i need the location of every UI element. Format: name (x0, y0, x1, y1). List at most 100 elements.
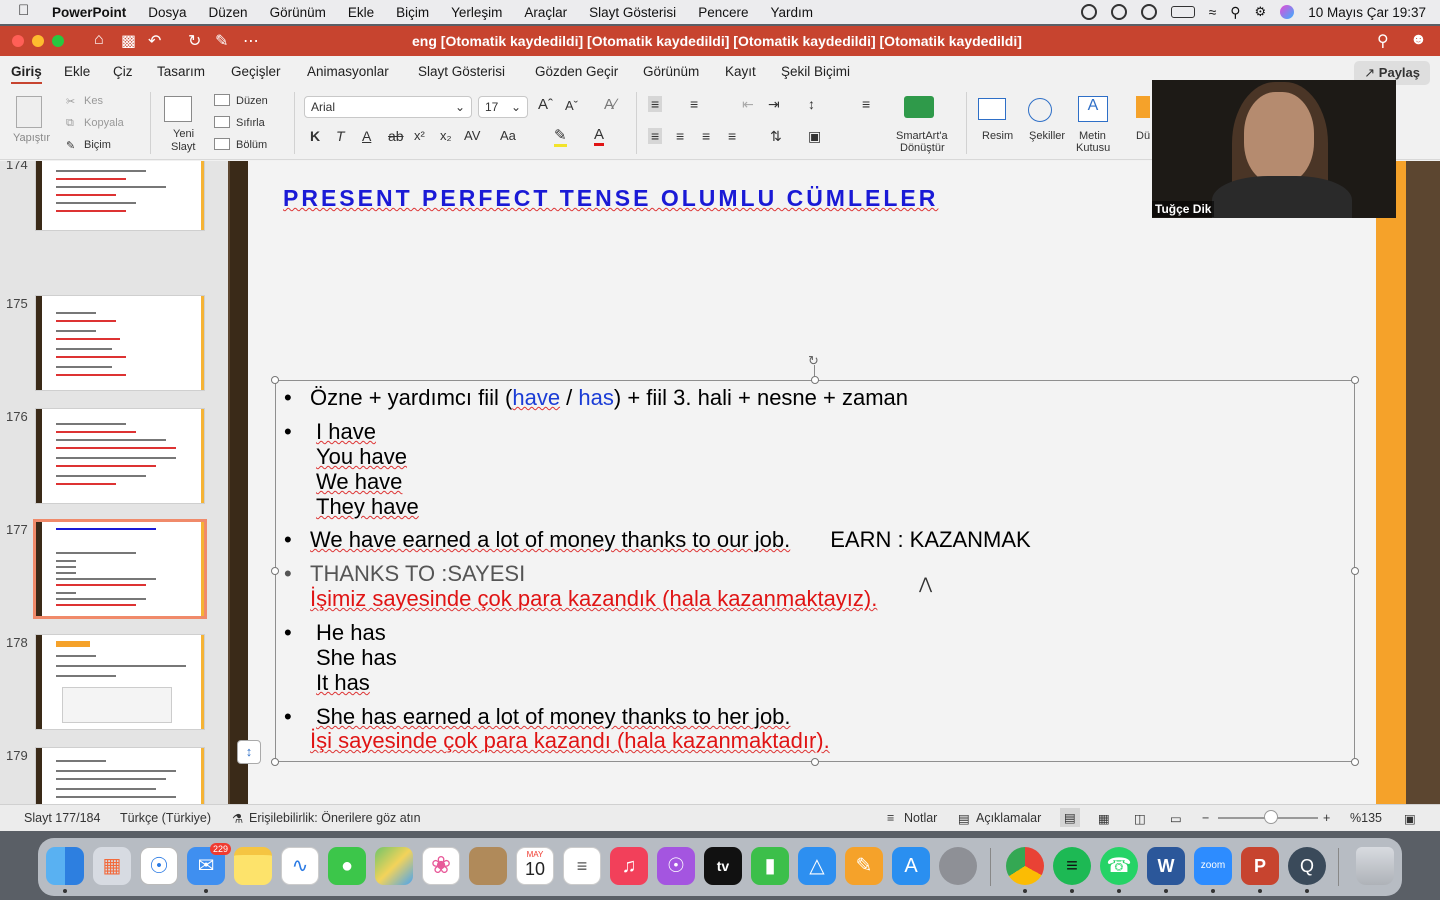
zoom-level[interactable]: %135 (1350, 811, 1382, 825)
menu-araclar[interactable]: Araçlar (524, 5, 567, 20)
bullet-thanks-to[interactable]: • THANKS TO :SAYESI (284, 561, 525, 586)
notes-button[interactable]: Notlar (904, 811, 937, 825)
tab-tasarim[interactable]: Tasarım (157, 64, 205, 79)
search-icon[interactable]: ⚲ (1377, 31, 1389, 51)
section-button[interactable]: Bölüm (236, 139, 267, 151)
align-text-icon[interactable]: ▣ (808, 128, 821, 145)
tab-giris[interactable]: Giriş (11, 64, 42, 84)
change-case-icon[interactable]: Aa (500, 128, 516, 143)
redo-icon[interactable]: ↻ (188, 31, 201, 51)
slide-sorter-icon[interactable]: ▦ (1098, 811, 1110, 826)
line-spacing-icon[interactable]: ↕ (808, 96, 815, 112)
menu-ekle[interactable]: Ekle (348, 5, 374, 20)
section-icon[interactable] (214, 138, 230, 150)
launchpad-icon[interactable]: ▦ (93, 847, 131, 885)
accessibility-icon[interactable]: ⚗ (232, 811, 243, 826)
notes-icon[interactable]: ≡ (887, 811, 894, 825)
align-left-icon[interactable]: ≡ (648, 128, 663, 144)
resize-handle[interactable] (1351, 758, 1359, 766)
slide-thumbnail-174[interactable] (36, 161, 204, 230)
accessibility-status[interactable]: Erişilebilirlik: Önerilere göz atın (249, 811, 421, 825)
zoom-out-icon[interactable]: − (1202, 811, 1209, 825)
resize-handle[interactable] (1351, 376, 1359, 384)
powerpoint-icon[interactable]: P (1241, 847, 1279, 885)
apple-icon[interactable]:  (18, 2, 29, 19)
undo-icon[interactable]: ↶ (148, 31, 161, 51)
menu-bicim[interactable]: Biçim (396, 5, 429, 20)
bold-icon[interactable]: K (310, 128, 320, 144)
font-color-icon[interactable]: A (594, 126, 605, 146)
italic-icon[interactable]: T (336, 128, 345, 144)
increase-indent-icon[interactable]: ⇥ (768, 96, 780, 113)
more-icon[interactable]: ⋯ (243, 31, 259, 51)
line-translation-1[interactable]: İşimiz sayesinde çok para kazandık (hala… (284, 586, 877, 611)
pages-icon[interactable]: ✎ (845, 847, 883, 885)
shapes-icon[interactable] (1028, 98, 1052, 122)
arrange-icon[interactable] (1136, 96, 1150, 118)
font-size-select[interactable]: 17 ⌄ (478, 96, 528, 118)
line-it-has[interactable]: It has (284, 670, 370, 695)
slide-thumbnail-178[interactable] (36, 635, 204, 729)
align-right-icon[interactable]: ≡ (702, 128, 710, 144)
font-name-select[interactable]: Arial ⌄ (304, 96, 472, 118)
line-we-have[interactable]: We have (284, 469, 402, 494)
battery-icon[interactable] (1170, 6, 1195, 18)
clear-format-icon[interactable]: A∕ (604, 96, 617, 113)
copy-icon[interactable]: ⧉ (66, 117, 74, 130)
reset-icon[interactable] (214, 116, 230, 128)
resize-handle[interactable] (271, 567, 279, 575)
content-textbox[interactable]: • Özne + yardımcı fiil (have / has) + fii… (271, 376, 1359, 766)
tab-slayt-gosterisi[interactable]: Slayt Gösterisi (418, 64, 505, 79)
columns-icon[interactable]: ≡ (862, 96, 870, 112)
menu-duzen[interactable]: Düzen (209, 5, 248, 20)
tab-kayit[interactable]: Kayıt (725, 64, 756, 79)
close-window-button[interactable] (12, 35, 24, 47)
bullet-we-have-earned[interactable]: • We have earned a lot of money thanks to… (284, 527, 1031, 552)
comments-icon[interactable]: ▤ (958, 811, 970, 826)
spotify-icon[interactable]: ≡ (1053, 847, 1091, 885)
app-store-icon[interactable]: A (892, 847, 930, 885)
word-icon[interactable]: W (1147, 847, 1185, 885)
resize-handle[interactable] (811, 758, 819, 766)
new-slide-icon[interactable] (164, 96, 192, 122)
numbers-icon[interactable]: ▮ (751, 847, 789, 885)
slide-thumbnail-177[interactable] (36, 522, 204, 616)
copy-button[interactable]: Kopyala (84, 117, 124, 129)
share-people-icon[interactable]: ☻ (1410, 31, 1427, 49)
system-settings-icon[interactable] (939, 847, 977, 885)
slide-thumbnails-pane[interactable]: 174 175 176 177 178 179 (0, 161, 228, 804)
reset-button[interactable]: Sıfırla (236, 117, 265, 129)
cut-button[interactable]: Kes (84, 95, 103, 107)
bullet-she-has-earned[interactable]: • She has earned a lot of money thanks to… (284, 704, 791, 729)
contacts-icon[interactable] (469, 847, 507, 885)
zoom-in-icon[interactable]: + (1323, 811, 1330, 825)
normal-view-icon[interactable]: ▤ (1060, 808, 1080, 827)
menu-pencere[interactable]: Pencere (698, 5, 748, 20)
appletv-icon[interactable]: tv (704, 847, 742, 885)
tab-gorunum[interactable]: Görünüm (643, 64, 699, 79)
finder-icon[interactable] (46, 847, 84, 885)
user-icon[interactable] (1110, 4, 1127, 20)
home-icon[interactable]: ⌂ (94, 31, 104, 49)
siri-icon[interactable] (1280, 5, 1295, 19)
picture-label[interactable]: Resim (982, 130, 1013, 142)
layout-icon[interactable] (214, 94, 230, 106)
search-icon[interactable]: ⚲ (1230, 4, 1240, 21)
cut-icon[interactable]: ✂ (66, 95, 75, 108)
photos-icon[interactable]: ❀ (422, 847, 460, 885)
arrange-label[interactable]: Dü (1136, 130, 1150, 142)
bullet-i-have[interactable]: • I have (284, 419, 376, 444)
decrease-indent-icon[interactable]: ⇤ (742, 96, 754, 113)
resize-handle[interactable] (271, 376, 279, 384)
new-slide-label-1[interactable]: Yeni (173, 128, 194, 140)
tab-animasyonlar[interactable]: Animasyonlar (307, 64, 389, 79)
line-she-has[interactable]: She has (284, 645, 397, 670)
menu-dosya[interactable]: Dosya (148, 5, 186, 20)
strikethrough-icon[interactable]: ab (388, 128, 404, 144)
bullets-icon[interactable]: ≡ (648, 96, 663, 112)
control-center-icon[interactable]: ⚙ (1255, 4, 1267, 20)
tab-gecisler[interactable]: Geçişler (231, 64, 281, 79)
shapes-label[interactable]: Şekiller (1029, 130, 1065, 142)
layout-button[interactable]: Düzen (236, 95, 268, 107)
podcasts-icon[interactable]: ☉ (657, 847, 695, 885)
